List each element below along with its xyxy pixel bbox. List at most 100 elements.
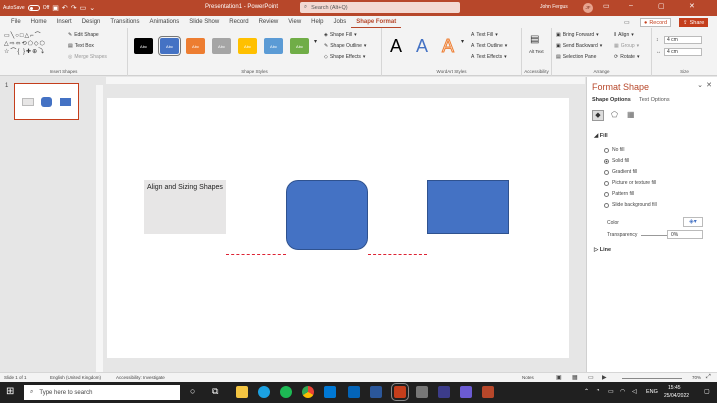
slide-thumbnail-1[interactable] bbox=[14, 83, 79, 120]
style-swatch-5[interactable]: Abc bbox=[238, 38, 257, 54]
selection-pane-button[interactable]: ▤ Selection Pane bbox=[556, 54, 596, 60]
powerpoint-icon[interactable] bbox=[391, 383, 409, 401]
maximize-icon[interactable]: ▢ bbox=[658, 2, 665, 10]
wordart-style-2[interactable]: A bbox=[416, 36, 428, 57]
alt-text-icon[interactable]: ▤ bbox=[530, 34, 539, 45]
textbox-text[interactable]: Align and Sizing Shapes bbox=[147, 184, 223, 191]
line-section-header[interactable]: ▷ Line bbox=[594, 247, 611, 253]
app-icon-4[interactable] bbox=[482, 386, 494, 398]
rotate-button[interactable]: ⟳ Rotate ▾ bbox=[614, 54, 639, 60]
reading-view-icon[interactable]: ▭ bbox=[588, 374, 594, 381]
app-icon-2[interactable] bbox=[438, 386, 450, 398]
file-explorer-icon[interactable] bbox=[236, 386, 248, 398]
fit-slide-icon[interactable]: ⤢ bbox=[706, 374, 711, 381]
slide[interactable]: Align and Sizing Shapes bbox=[107, 98, 569, 358]
style-swatch-4[interactable]: Abc bbox=[212, 38, 231, 54]
presenter-icon[interactable]: ▭ bbox=[80, 4, 87, 12]
fill-option-pattern[interactable]: Pattern fill bbox=[604, 191, 634, 197]
rounded-rectangle-shape[interactable] bbox=[286, 180, 368, 250]
zoom-level[interactable]: 70% bbox=[692, 375, 701, 380]
task-view-icon[interactable]: ⧉ bbox=[212, 386, 218, 397]
text-fill-button[interactable]: A Text Fill ▾ bbox=[471, 32, 498, 38]
battery-icon[interactable]: ▭ bbox=[608, 388, 614, 395]
tab-design[interactable]: Design bbox=[77, 16, 106, 28]
taskbar-search[interactable]: ⌕ Type here to search bbox=[24, 385, 180, 400]
tab-home[interactable]: Home bbox=[26, 16, 52, 28]
style-swatch-2[interactable]: Abc bbox=[158, 36, 181, 56]
fill-option-gradient[interactable]: Gradient fill bbox=[604, 169, 637, 175]
notes-button[interactable]: Notes bbox=[522, 375, 534, 380]
outlook-icon[interactable] bbox=[348, 386, 360, 398]
zoom-slider[interactable] bbox=[622, 378, 682, 379]
wordart-style-3[interactable]: A bbox=[441, 36, 454, 57]
autosave-toggle[interactable] bbox=[27, 5, 40, 11]
spotify-icon[interactable] bbox=[280, 386, 292, 398]
fill-option-slide-background[interactable]: Slide background fill bbox=[604, 202, 657, 208]
effects-icon[interactable]: ⬠ bbox=[611, 110, 618, 119]
word-icon[interactable] bbox=[370, 386, 382, 398]
language-status[interactable]: English (United Kingdom) bbox=[50, 375, 101, 380]
user-name[interactable]: John Fergus bbox=[540, 4, 568, 10]
align-button[interactable]: ⫴ Align ▾ bbox=[614, 32, 634, 38]
minimize-icon[interactable]: – bbox=[629, 2, 633, 9]
chrome-icon[interactable] bbox=[302, 386, 314, 398]
style-swatch-3[interactable]: Abc bbox=[186, 38, 205, 54]
tab-transitions[interactable]: Transitions bbox=[105, 16, 144, 28]
taskbar-time[interactable]: 15:45 bbox=[668, 385, 681, 391]
accessibility-status[interactable]: Accessibility: Investigate bbox=[116, 375, 165, 380]
close-pane-icon[interactable]: ✕ bbox=[706, 81, 712, 89]
redo-icon[interactable]: ↷ bbox=[71, 4, 77, 12]
textbox-shape[interactable]: Align and Sizing Shapes bbox=[144, 180, 226, 234]
tab-jobs[interactable]: Jobs bbox=[329, 16, 352, 28]
network-icon[interactable]: ◔ bbox=[596, 388, 600, 394]
wifi-icon[interactable]: ◠ bbox=[620, 388, 625, 395]
style-swatch-6[interactable]: Abc bbox=[264, 38, 283, 54]
style-gallery-more[interactable]: ▾ bbox=[314, 38, 317, 45]
windows-start-icon[interactable]: ⊞ bbox=[6, 386, 14, 397]
wordart-gallery-more[interactable]: ▾ bbox=[461, 38, 464, 45]
pane-options-icon[interactable]: ⌄ bbox=[697, 81, 703, 89]
color-picker-button[interactable]: ◈▾ bbox=[683, 217, 703, 227]
text-effects-button[interactable]: A Text Effects ▾ bbox=[471, 54, 507, 60]
ribbon-display-icon[interactable]: ▭ bbox=[603, 2, 610, 10]
width-field[interactable]: 4 cm bbox=[664, 48, 702, 56]
slide-sorter-icon[interactable]: ▦ bbox=[572, 374, 578, 381]
slideshow-view-icon[interactable]: ▶ bbox=[602, 374, 607, 381]
tab-animations[interactable]: Animations bbox=[145, 16, 185, 28]
tab-file[interactable]: File bbox=[6, 16, 26, 28]
share-button[interactable]: ⇪ Share bbox=[679, 18, 709, 27]
app-icon-1[interactable] bbox=[416, 386, 428, 398]
save-icon[interactable]: ▣ bbox=[52, 4, 59, 12]
edit-shape-button[interactable]: ✎ Edit Shape bbox=[68, 32, 99, 38]
tab-record[interactable]: Record bbox=[224, 16, 253, 28]
normal-view-icon[interactable]: ▣ bbox=[556, 374, 562, 381]
comments-icon[interactable]: ▭ bbox=[624, 19, 630, 26]
shape-outline-button[interactable]: ✎ Shape Outline ▾ bbox=[324, 43, 366, 49]
wordart-style-1[interactable]: A bbox=[390, 36, 402, 57]
transparency-slider[interactable] bbox=[641, 235, 667, 236]
volume-icon[interactable]: ◁ bbox=[632, 388, 637, 395]
customize-qat-icon[interactable]: ⌄ bbox=[89, 4, 95, 12]
cortana-icon[interactable]: ○ bbox=[190, 386, 195, 396]
shape-fill-button[interactable]: ◈ Shape Fill ▾ bbox=[324, 32, 357, 38]
transparency-input[interactable]: 0% bbox=[667, 230, 703, 239]
style-swatch-7[interactable]: Abc bbox=[290, 38, 309, 54]
tab-text-options[interactable]: Text Options bbox=[639, 97, 670, 103]
edge-icon[interactable] bbox=[258, 386, 270, 398]
tray-chevron-icon[interactable]: ⌃ bbox=[584, 388, 589, 395]
shape-effects-button[interactable]: ◇ Shape Effects ▾ bbox=[324, 54, 365, 60]
fill-option-no-fill[interactable]: No fill bbox=[604, 147, 625, 153]
tab-shape-format[interactable]: Shape Format bbox=[351, 16, 402, 28]
user-avatar[interactable]: JF bbox=[583, 3, 593, 13]
tab-shape-options[interactable]: Shape Options bbox=[592, 97, 631, 103]
rectangle-shape[interactable] bbox=[427, 180, 509, 234]
mail-icon[interactable] bbox=[324, 386, 336, 398]
shape-gallery[interactable]: ▭╲○□△⌐⌒ △⇨⬄⟲⬠◇⬡ ☆⌒{ }✚⊕⤵ bbox=[4, 32, 62, 56]
tab-insert[interactable]: Insert bbox=[52, 16, 77, 28]
text-outline-button[interactable]: A Text Outline ▾ bbox=[471, 43, 507, 49]
tab-slide-show[interactable]: Slide Show bbox=[184, 16, 224, 28]
tab-review[interactable]: Review bbox=[254, 16, 284, 28]
height-field[interactable]: 4 cm bbox=[664, 36, 702, 44]
taskbar-language[interactable]: ENG bbox=[646, 389, 658, 395]
text-box-button[interactable]: ▤ Text Box bbox=[68, 43, 94, 49]
